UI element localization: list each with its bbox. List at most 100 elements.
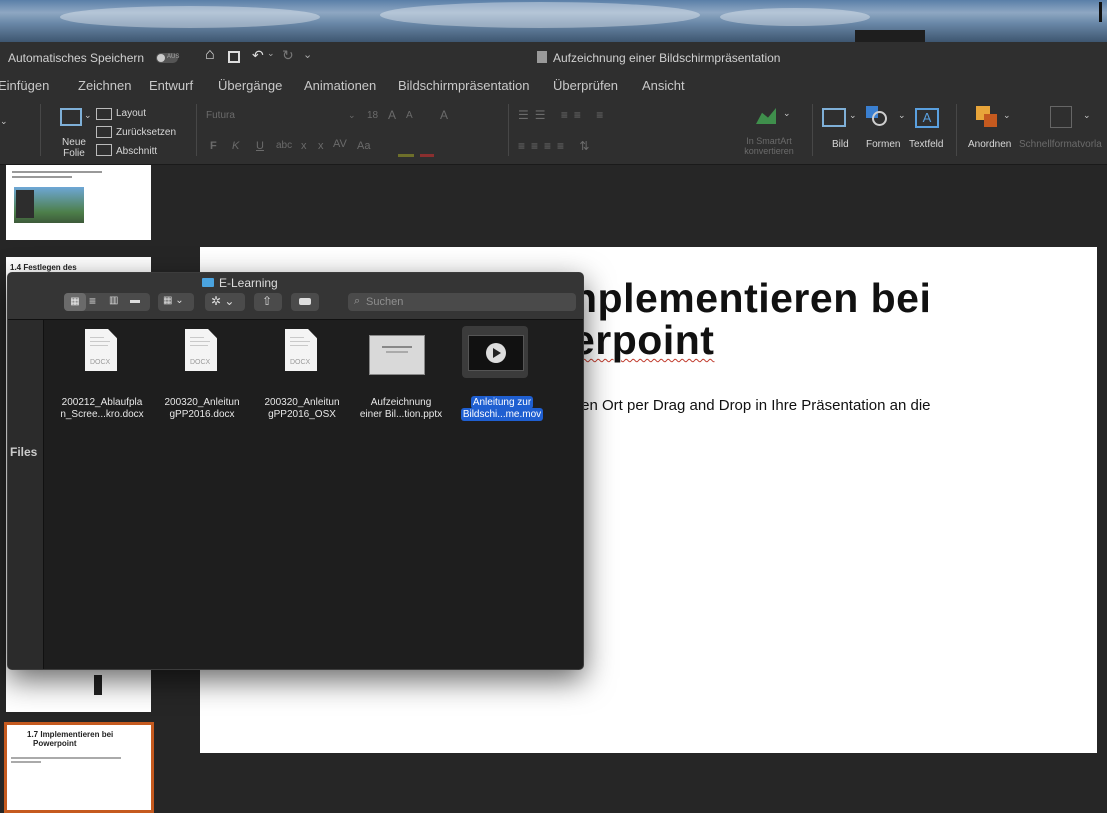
tag-icon (299, 298, 311, 305)
arrange-dropdown-icon[interactable]: ⌄ (1003, 110, 1011, 121)
layout-button[interactable]: Layout (116, 108, 146, 119)
divider (40, 104, 41, 156)
font-name-dropdown-icon[interactable]: ⌄ (348, 110, 356, 121)
picture-icon[interactable] (822, 108, 846, 127)
quick-styles-button[interactable]: Schnellformatvorla (1019, 139, 1102, 150)
divider (812, 104, 813, 156)
title-bar: Automatisches Speichern AUS ⌂ ↶ ⌄ ↻ ⌄ Au… (0, 42, 1107, 73)
gallery-view-icon[interactable]: ▬ (130, 295, 140, 306)
slide-thumbnail[interactable] (6, 165, 151, 240)
view-mode-selector[interactable]: ▦ ≡ ▥ ▬ (64, 293, 150, 311)
finder-window[interactable]: E-Learning ▦ ≡ ▥ ▬ ▦ ⌄ ✲ ⌄ ⇧ ⌕ Suchen Fi… (7, 272, 584, 670)
slide-title-line: nplementieren bei (572, 275, 932, 321)
list-icons[interactable]: ☰☰ ≡≡ ≡ (518, 108, 609, 122)
paste-dropdown-icon[interactable]: ⌄ (0, 116, 8, 127)
tab-design[interactable]: Entwurf (149, 78, 193, 93)
slide-title-line: erpoint (572, 317, 715, 363)
slide-body-text[interactable]: rten Ort per Drag and Drop in Ihre Präse… (572, 397, 931, 414)
icon-view-icon[interactable]: ▦ (64, 293, 86, 311)
document-title: Aufzeichnung einer Bildschirmpräsentatio… (553, 51, 781, 65)
smartart-dropdown-icon[interactable]: ⌄ (783, 108, 791, 119)
convert-smartart-button[interactable]: In SmartArt konvertieren (733, 136, 805, 156)
textbox-button[interactable]: Textfeld (909, 139, 943, 150)
quick-styles-icon[interactable] (1050, 106, 1072, 128)
new-slide-dropdown-icon[interactable]: ⌄ (84, 110, 92, 121)
divider (956, 104, 957, 156)
quick-styles-dropdown-icon[interactable]: ⌄ (1083, 110, 1091, 121)
search-field[interactable]: ⌕ Suchen (348, 293, 576, 311)
tab-review[interactable]: Überprüfen (553, 78, 618, 93)
background-window-edge (855, 30, 925, 42)
customize-toolbar-icon[interactable]: ⌄ (303, 48, 312, 61)
font-color-icon[interactable] (420, 154, 434, 157)
list-view-icon[interactable]: ≡ (89, 294, 96, 308)
docx-file-icon: DOCX (285, 329, 317, 371)
textbox-icon[interactable]: A (915, 108, 939, 128)
strikethrough-icon[interactable]: abc (276, 140, 292, 151)
play-icon (486, 343, 506, 363)
action-button[interactable]: ✲ ⌄ (205, 293, 245, 311)
align-icons[interactable]: ≡≡≡≡ ⇅ (518, 139, 595, 153)
autosave-toggle[interactable]: AUS (156, 53, 180, 63)
ribbon-tabs: Einfügen Zeichnen Entwurf Übergänge Anim… (0, 72, 1107, 98)
smartart-icon[interactable] (756, 108, 776, 124)
undo-icon[interactable]: ↶ (252, 47, 264, 64)
picture-button[interactable]: Bild (832, 139, 849, 150)
font-name-field[interactable]: Futura (206, 110, 356, 121)
new-slide-icon[interactable] (60, 108, 82, 126)
thumbnail-image (14, 187, 84, 223)
text-cursor (1099, 2, 1102, 22)
section-button[interactable]: Abschnitt (116, 146, 157, 157)
tab-slideshow[interactable]: Bildschirmpräsentation (398, 78, 530, 93)
shapes-button[interactable]: Formen (866, 139, 900, 150)
clear-format-icon[interactable]: A (440, 108, 448, 122)
save-icon[interactable] (228, 51, 240, 63)
thumbnail-shape (94, 675, 102, 695)
tag-button[interactable] (291, 293, 319, 311)
tab-transitions[interactable]: Übergänge (218, 78, 282, 93)
tab-animations[interactable]: Animationen (304, 78, 376, 93)
italic-icon[interactable]: K (232, 140, 239, 152)
file-name: 200320_Anleitun gPP2016.docx (164, 397, 240, 420)
shapes-dropdown-icon[interactable]: ⌄ (898, 110, 906, 121)
char-spacing-icon[interactable]: AV (333, 138, 347, 150)
thumbnail-title: 1.4 Festlegen des (10, 263, 77, 272)
font-size-field[interactable]: 18 (367, 110, 378, 121)
column-view-icon[interactable]: ▥ (109, 295, 118, 306)
gear-icon: ✲ ⌄ (211, 294, 235, 308)
divider (508, 104, 509, 156)
bold-icon[interactable]: F (210, 140, 217, 152)
tab-insert[interactable]: Einfügen (0, 78, 49, 93)
search-placeholder: Suchen (366, 296, 404, 308)
group-button[interactable]: ▦ ⌄ (158, 293, 194, 311)
arrange-button[interactable]: Anordnen (968, 139, 1011, 150)
font-grow-icon[interactable]: A (388, 108, 396, 122)
undo-dropdown-icon[interactable]: ⌄ (267, 48, 275, 59)
desktop-background (0, 0, 1107, 42)
picture-dropdown-icon[interactable]: ⌄ (849, 110, 857, 121)
highlight-color-icon[interactable] (398, 154, 414, 157)
sidebar-item-files[interactable]: Files (10, 445, 37, 459)
subscript-icon[interactable]: x (318, 140, 324, 152)
change-case-icon[interactable]: Aa (357, 140, 370, 152)
finder-toolbar: E-Learning ▦ ≡ ▥ ▬ ▦ ⌄ ✲ ⌄ ⇧ ⌕ Suchen (8, 273, 583, 320)
home-icon[interactable]: ⌂ (205, 46, 215, 64)
docx-file-icon: DOCX (85, 329, 117, 371)
tab-view[interactable]: Ansicht (642, 78, 685, 93)
underline-icon[interactable]: U (256, 140, 264, 152)
share-button[interactable]: ⇧ (254, 293, 282, 311)
font-shrink-icon[interactable]: A (406, 110, 413, 121)
tab-draw[interactable]: Zeichnen (78, 78, 131, 93)
reset-button[interactable]: Zurücksetzen (116, 127, 176, 138)
pptx-file-icon (369, 335, 425, 375)
slide-thumbnail-selected[interactable]: 1.7 Implementieren bei Powerpoint (4, 722, 154, 813)
share-icon: ⇧ (262, 294, 273, 308)
redo-icon[interactable]: ↻ (282, 47, 294, 64)
slide-title[interactable]: nplementieren bei erpoint (572, 277, 931, 361)
superscript-icon[interactable]: x (301, 140, 307, 152)
autosave-state: AUS (167, 54, 180, 60)
folder-icon (202, 278, 214, 287)
new-slide-label[interactable]: Neue Folie (56, 137, 92, 159)
video-file-icon (468, 335, 524, 371)
thumbnail-subtitle: Powerpoint (33, 739, 77, 748)
